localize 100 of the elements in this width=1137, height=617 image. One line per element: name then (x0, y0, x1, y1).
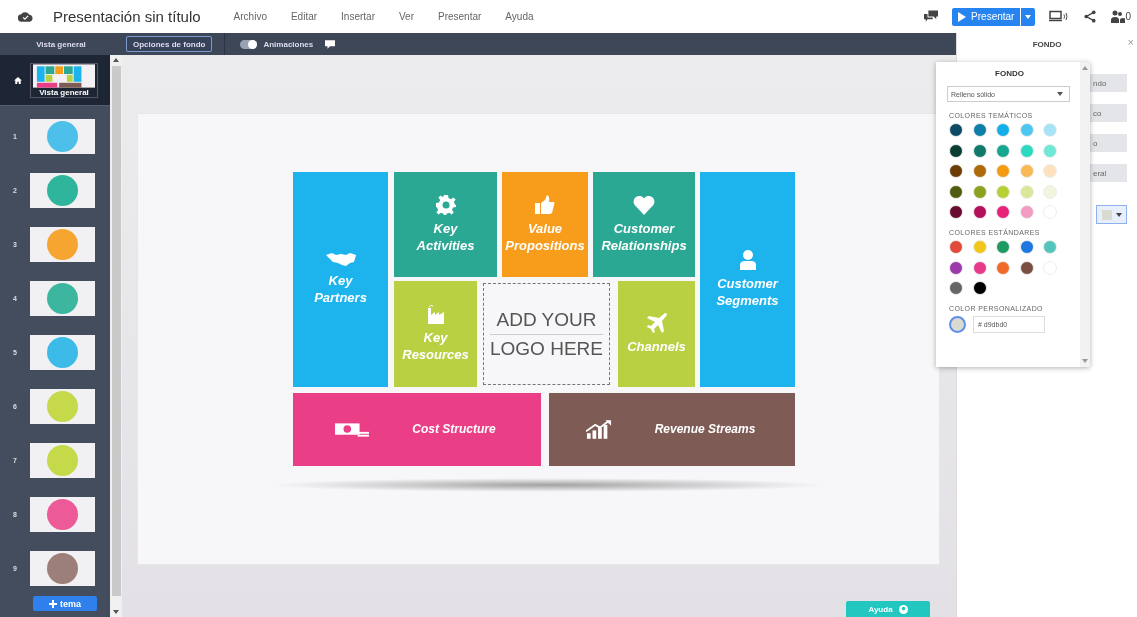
comment-icon[interactable] (325, 39, 336, 49)
color-swatch[interactable] (949, 260, 963, 275)
handshake-icon (325, 252, 356, 267)
slide-thumbnail[interactable] (30, 335, 95, 370)
close-button[interactable]: × (1127, 36, 1134, 48)
monitor-speaker-icon[interactable] (1049, 10, 1070, 23)
color-swatch[interactable] (949, 143, 963, 158)
gear-icon (434, 194, 457, 215)
cloud-icon (18, 11, 33, 22)
color-swatch[interactable] (972, 143, 987, 158)
menu-item[interactable]: Ver (399, 11, 414, 22)
block-title: Key Resources (401, 330, 470, 364)
color-swatch[interactable] (1019, 240, 1034, 254)
scroll-up-icon[interactable] (113, 58, 119, 62)
overview-thumbnail-drawing (33, 63, 95, 88)
block-title: Key Partners (313, 272, 368, 307)
toolbar-tab[interactable]: Opciones de fondo (126, 36, 213, 52)
plus-icon (49, 599, 57, 608)
presentation-title[interactable]: Presentación sin título (53, 8, 201, 25)
slide-thumbnail[interactable] (30, 551, 95, 586)
panel-option-button[interactable]: eral (1090, 164, 1127, 182)
share-icon[interactable] (1083, 10, 1098, 23)
chat-icon[interactable] (924, 10, 939, 23)
color-dropdown-button[interactable] (1096, 205, 1127, 224)
animations-toggle[interactable] (240, 39, 258, 49)
slide-circle-icon (47, 337, 78, 368)
color-swatch[interactable] (996, 123, 1010, 137)
home-icon (14, 76, 22, 84)
slide-circle-icon (47, 445, 78, 476)
color-swatch[interactable] (972, 123, 987, 137)
color-swatch[interactable] (1019, 164, 1034, 178)
color-swatch[interactable] (996, 143, 1010, 158)
color-swatch[interactable] (949, 184, 963, 199)
slide-thumbnail[interactable] (30, 173, 95, 208)
color-swatch[interactable] (972, 164, 987, 178)
color-swatch[interactable] (1019, 123, 1034, 137)
color-swatch[interactable] (949, 205, 963, 219)
canvas-block[interactable]: Key Activities (394, 172, 497, 277)
color-swatch[interactable] (996, 260, 1010, 275)
color-swatch[interactable] (949, 123, 963, 137)
custom-color-swatch[interactable] (949, 316, 966, 333)
menu-item[interactable]: Archivo (233, 11, 267, 22)
block-title: Customer Segments (715, 275, 780, 310)
logo-placeholder[interactable]: ADD YOUR LOGO HERE (483, 283, 610, 385)
slide-circle-icon (47, 229, 78, 260)
present-dropdown-button[interactable] (1021, 7, 1036, 26)
growth-chart-icon (585, 420, 612, 439)
slide-circle-icon (47, 175, 78, 206)
airplane-icon (645, 312, 668, 333)
slide-thumbnail[interactable] (30, 227, 95, 262)
caret-icon (1025, 14, 1032, 19)
panel-option-button[interactable]: o (1090, 134, 1127, 152)
color-swatch[interactable] (1043, 184, 1057, 199)
scroll-down-icon[interactable] (113, 610, 119, 614)
slide-thumbnail[interactable] (30, 443, 95, 478)
slide-circle-icon (47, 121, 78, 152)
color-swatch[interactable] (1019, 205, 1034, 219)
color-swatch[interactable] (1019, 260, 1034, 275)
present-button[interactable]: Presentar (952, 7, 1021, 26)
slide-circle-icon (47, 553, 78, 584)
color-swatch[interactable] (972, 184, 987, 199)
canvas-block[interactable]: Customer Relationships (593, 172, 695, 277)
panel-option-button[interactable]: co (1090, 104, 1127, 122)
scrollbar[interactable] (110, 55, 122, 617)
color-swatch[interactable] (1043, 240, 1057, 254)
toolbar-tab[interactable]: Vista general (0, 36, 122, 52)
menu-item[interactable]: Presentar (438, 11, 482, 22)
money-icon (335, 422, 370, 437)
users-icon[interactable] (1111, 10, 1126, 23)
canvas-block[interactable]: Cost Structure (293, 393, 541, 466)
panel-title: FONDO (1032, 39, 1062, 49)
color-swatch[interactable] (996, 184, 1010, 199)
color-swatch[interactable] (972, 240, 987, 254)
color-swatch[interactable] (996, 240, 1010, 254)
overview-item[interactable]: Vista general (0, 55, 110, 106)
logo-text: ADD YOUR (496, 307, 597, 332)
color-swatch[interactable] (1043, 164, 1057, 178)
color-swatch[interactable] (1043, 143, 1057, 158)
color-swatch[interactable] (1019, 184, 1034, 199)
color-swatch[interactable] (972, 205, 987, 219)
slide-thumbnail[interactable] (30, 497, 95, 532)
color-swatch[interactable] (1043, 123, 1057, 137)
color-swatch[interactable] (996, 164, 1010, 178)
color-swatch[interactable] (949, 240, 963, 254)
color-swatch[interactable] (972, 281, 987, 295)
color-swatch[interactable] (949, 281, 963, 295)
caret-icon (1057, 92, 1063, 96)
panel-option-button[interactable]: ndo (1090, 74, 1127, 92)
color-swatch[interactable] (996, 205, 1010, 219)
menu-item[interactable]: Editar (290, 11, 318, 22)
slide-thumbnail[interactable] (30, 281, 95, 316)
slide-thumbnail[interactable] (30, 119, 95, 154)
menu-item[interactable]: Insertar (341, 11, 375, 22)
add-theme-button[interactable]: tema (33, 596, 97, 611)
slide-thumbnail[interactable] (30, 389, 95, 424)
canvas-block[interactable]: Revenue Streams (549, 393, 795, 466)
menu-item[interactable]: Ayuda (505, 11, 534, 22)
color-swatch[interactable] (1019, 143, 1034, 158)
color-swatch[interactable] (949, 164, 963, 178)
color-swatch[interactable] (972, 260, 987, 275)
